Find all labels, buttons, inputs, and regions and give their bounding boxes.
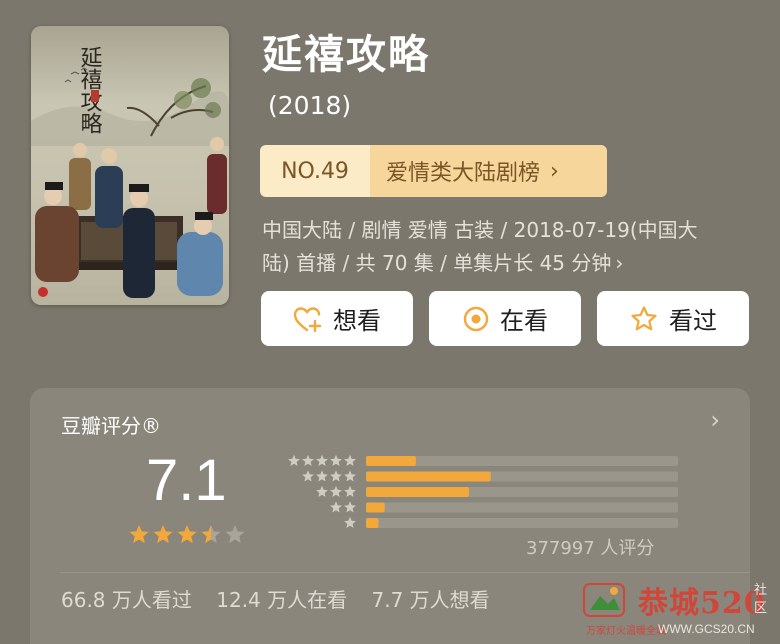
distribution-star-icon bbox=[344, 454, 356, 467]
watermark-text: 恭城520 bbox=[638, 586, 766, 621]
watched-label: 看过 bbox=[669, 307, 717, 335]
poster-artwork: 延禧攻略 bbox=[31, 46, 229, 298]
watermark: 恭城520 社区 万家灯火温暖全城 WWW.GCS20.CN bbox=[582, 578, 772, 640]
stat-watching[interactable]: 12.4 万人在看 bbox=[216, 588, 347, 612]
watch-stats: 66.8 万人看过 12.4 万人在看 7.7 万人想看 bbox=[61, 584, 508, 613]
chevron-right-icon: › bbox=[615, 251, 624, 275]
distribution-star-icon bbox=[302, 454, 314, 467]
rating-star-icon bbox=[129, 525, 149, 544]
meta-line-1: 中国大陆 / 剧情 爱情 古装 / 2018-07-19(中国大 bbox=[262, 218, 698, 242]
meta-line-2: 陆) 首播 / 共 70 集 / 单集片长 45 分钟 bbox=[262, 251, 612, 275]
show-year: (2018) bbox=[268, 91, 352, 120]
watched-button[interactable]: 看过 bbox=[597, 291, 749, 346]
distribution-bar bbox=[366, 518, 379, 528]
heart-plus-icon bbox=[293, 305, 323, 333]
stat-want[interactable]: 7.7 万人想看 bbox=[372, 588, 490, 612]
rating-star-icon bbox=[201, 525, 221, 544]
rating-star-icon bbox=[177, 525, 197, 544]
distribution-bar bbox=[366, 456, 416, 466]
watermark-slogan: 万家灯火温暖全城 bbox=[586, 626, 666, 637]
distribution-star-icon bbox=[330, 485, 342, 498]
watermark-logo-icon bbox=[583, 583, 625, 617]
watching-label: 在看 bbox=[500, 307, 548, 335]
want-to-watch-label: 想看 bbox=[333, 307, 381, 335]
show-title: 延禧攻略 bbox=[262, 32, 430, 78]
rank-number: NO.49 bbox=[260, 145, 370, 197]
distribution-star-icon bbox=[288, 454, 300, 467]
star-outline-icon bbox=[629, 305, 659, 333]
rank-badge[interactable]: NO.49 爱情类大陆剧榜 › bbox=[260, 145, 607, 197]
distribution-star-icon bbox=[316, 454, 328, 467]
chevron-right-icon[interactable]: › bbox=[710, 406, 720, 434]
distribution-star-icon bbox=[330, 470, 342, 482]
show-meta[interactable]: 中国大陆 / 剧情 爱情 古装 / 2018-07-19(中国大 陆) 首播 /… bbox=[262, 214, 752, 280]
distribution-star-icon bbox=[344, 485, 356, 498]
distribution-track bbox=[366, 518, 678, 528]
rank-category: 爱情类大陆剧榜 › bbox=[370, 145, 607, 197]
distribution-bar bbox=[366, 487, 469, 497]
divider bbox=[60, 572, 750, 573]
distribution-bar bbox=[366, 502, 385, 513]
rating-distribution bbox=[288, 454, 678, 529]
want-to-watch-button[interactable]: 想看 bbox=[261, 291, 413, 346]
distribution-star-icon bbox=[316, 470, 328, 482]
rating-label: 豆瓣评分® bbox=[61, 414, 161, 438]
poster-image[interactable]: 延禧攻略 bbox=[31, 26, 229, 305]
rating-star-icon bbox=[225, 525, 245, 544]
average-stars bbox=[129, 525, 245, 544]
target-circle-icon bbox=[462, 305, 490, 333]
distribution-track bbox=[366, 502, 678, 513]
distribution-star-icon bbox=[330, 454, 342, 467]
rating-count: 377997 人评分 bbox=[526, 538, 655, 559]
watermark-side: 社区 bbox=[754, 583, 768, 616]
watermark-url: WWW.GCS20.CN bbox=[658, 622, 755, 636]
rating-star-icon bbox=[153, 525, 173, 544]
chevron-right-icon: › bbox=[550, 158, 559, 184]
watching-button[interactable]: 在看 bbox=[429, 291, 581, 346]
rating-score: 7.1 bbox=[146, 448, 227, 513]
distribution-star-icon bbox=[330, 501, 342, 513]
distribution-bar bbox=[366, 471, 491, 482]
distribution-star-icon bbox=[344, 516, 356, 529]
distribution-star-icon bbox=[316, 485, 328, 498]
distribution-star-icon bbox=[302, 470, 314, 482]
stat-watched[interactable]: 66.8 万人看过 bbox=[61, 588, 192, 612]
rank-category-label: 爱情类大陆剧榜 bbox=[386, 161, 541, 186]
distribution-star-icon bbox=[344, 470, 356, 482]
distribution-star-icon bbox=[344, 501, 356, 513]
